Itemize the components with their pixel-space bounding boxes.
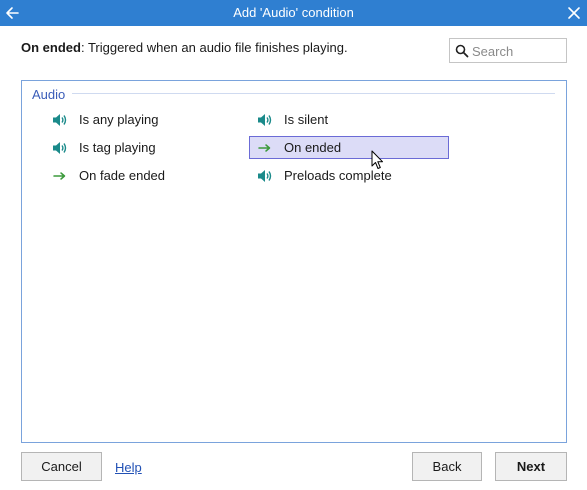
cancel-button[interactable]: Cancel [21, 452, 102, 481]
condition-item-label: Is tag playing [79, 140, 156, 155]
group-label: Audio [32, 87, 66, 102]
mouse-cursor-icon [371, 150, 385, 172]
condition-list-panel: Audio Is any playing Is silent Is tag pl… [21, 80, 567, 443]
help-link[interactable]: Help [115, 460, 142, 475]
condition-item-label: On ended [284, 140, 342, 155]
close-icon[interactable] [563, 2, 585, 24]
condition-description: On ended: Triggered when an audio file f… [21, 40, 348, 55]
back-button[interactable]: Back [412, 452, 482, 481]
group-divider [72, 93, 555, 94]
condition-item-is-tag-playing[interactable]: Is tag playing [44, 136, 244, 159]
condition-item-is-any-playing[interactable]: Is any playing [44, 108, 244, 131]
search-box[interactable] [449, 38, 567, 63]
search-icon [455, 44, 469, 58]
condition-item-preloads-complete[interactable]: Preloads complete [249, 164, 449, 187]
speaker-icon [51, 140, 69, 156]
description-name: On ended [21, 40, 81, 55]
arrow-right-icon [51, 168, 69, 184]
condition-item-on-ended[interactable]: On ended [249, 136, 449, 159]
description-text: : Triggered when an audio file finishes … [80, 40, 348, 55]
condition-item-label: Is silent [284, 112, 329, 127]
speaker-icon [256, 112, 274, 128]
condition-item-label: On fade ended [79, 168, 166, 183]
speaker-icon [256, 168, 274, 184]
condition-item-label: Is any playing [79, 112, 159, 127]
search-input[interactable] [472, 42, 562, 60]
window-title: Add 'Audio' condition [233, 5, 354, 20]
condition-item-on-fade-ended[interactable]: On fade ended [44, 164, 244, 187]
speaker-icon [51, 112, 69, 128]
arrow-right-icon [256, 140, 274, 156]
condition-item-is-silent[interactable]: Is silent [249, 108, 449, 131]
title-bar: Add 'Audio' condition [0, 0, 587, 26]
next-button[interactable]: Next [495, 452, 567, 481]
